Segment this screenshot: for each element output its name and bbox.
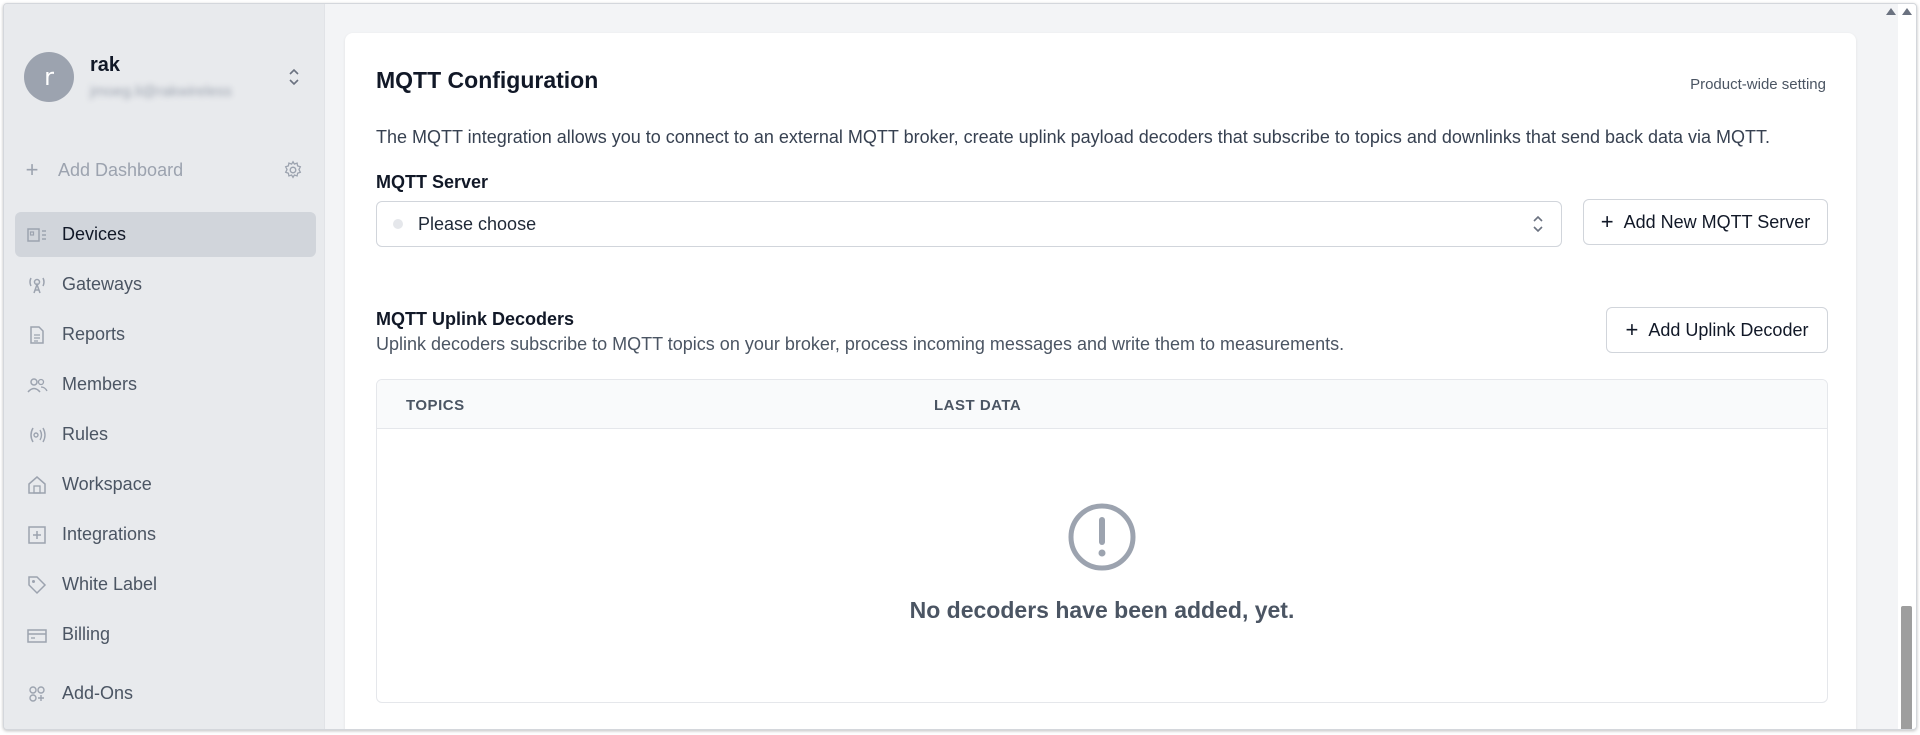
chevron-up-down-icon <box>1531 213 1545 235</box>
integrations-icon <box>26 524 48 546</box>
members-icon <box>26 374 48 396</box>
gear-icon[interactable] <box>282 159 304 181</box>
decoders-table: TOPICS LAST DATA No decoders have been a… <box>376 379 1828 703</box>
empty-state-message: No decoders have been added, yet. <box>909 597 1295 623</box>
add-dashboard-button[interactable]: + Add Dashboard <box>24 154 304 186</box>
mqtt-configuration-card: MQTT Configuration Product-wide setting … <box>345 33 1856 729</box>
decoders-title: MQTT Uplink Decoders <box>376 309 575 329</box>
sidebar-item-label: Integrations <box>62 524 157 544</box>
sidebar-item-gateways[interactable]: Gateways <box>15 262 316 307</box>
sidebar-item-workspace[interactable]: Workspace <box>15 462 316 507</box>
button-label: Add Uplink Decoder <box>1648 319 1809 340</box>
scrollbar-thumb[interactable] <box>1901 606 1912 729</box>
report-icon <box>26 324 48 346</box>
sidebar-item-integrations[interactable]: Integrations <box>15 512 316 557</box>
devices-icon <box>26 224 48 246</box>
page-scrollbar[interactable] <box>1886 4 1916 729</box>
exclamation-circle-icon <box>1067 502 1137 572</box>
table-header: TOPICS LAST DATA <box>377 380 1827 429</box>
sidebar-item-label: Members <box>62 374 138 394</box>
mqtt-server-select[interactable]: Please choose <box>376 201 1562 247</box>
scope-note: Product-wide setting <box>1690 76 1826 93</box>
decoders-description: Uplink decoders subscribe to MQTT topics… <box>376 334 1345 354</box>
avatar: r <box>24 52 74 102</box>
sidebar-item-reports[interactable]: Reports <box>15 312 316 357</box>
billing-icon <box>26 624 48 646</box>
sidebar-item-label: Rules <box>62 424 109 444</box>
sidebar-item-label: White Label <box>62 574 158 594</box>
sidebar-item-billing[interactable]: Billing <box>15 612 316 657</box>
mqtt-server-label: MQTT Server <box>376 172 489 192</box>
add-dashboard-label: Add Dashboard <box>58 159 184 180</box>
column-header-topics[interactable]: TOPICS <box>406 397 465 414</box>
button-label: Add New MQTT Server <box>1623 211 1811 232</box>
user-name: rak <box>90 54 121 76</box>
workspace-icon <box>26 474 48 496</box>
sidebar-nav: Devices Gateways Reports Members Rules W… <box>15 212 316 721</box>
addons-icon <box>26 683 48 705</box>
column-header-last-data[interactable]: LAST DATA <box>934 397 1021 414</box>
sidebar-item-label: Workspace <box>62 474 152 494</box>
scroll-up-arrow-icon[interactable] <box>1886 8 1896 15</box>
sidebar-item-add-ons[interactable]: Add-Ons <box>15 671 316 716</box>
status-dot <box>393 219 403 229</box>
sidebar-item-label: Reports <box>62 324 126 344</box>
user-info: rak jmoeg.li@rakwireless <box>90 54 284 100</box>
intro-text: The MQTT integration allows you to conne… <box>376 127 1771 147</box>
add-mqtt-server-button[interactable]: + Add New MQTT Server <box>1583 199 1828 245</box>
rules-icon <box>26 424 48 446</box>
gateway-icon <box>26 274 48 296</box>
page-title: MQTT Configuration <box>376 67 599 93</box>
sidebar-item-label: Add-Ons <box>62 683 134 703</box>
plus-icon: + <box>25 157 39 182</box>
tag-icon <box>26 574 48 596</box>
user-switcher[interactable]: r rak jmoeg.li@rakwireless <box>24 49 304 105</box>
select-value: Please choose <box>418 213 537 234</box>
chevron-up-down-icon[interactable] <box>284 66 304 88</box>
add-uplink-decoder-button[interactable]: + Add Uplink Decoder <box>1606 307 1828 353</box>
plus-icon: + <box>1625 317 1639 342</box>
plus-icon: + <box>1600 209 1614 234</box>
user-email: jmoeg.li@rakwireless <box>90 83 232 100</box>
sidebar: r rak jmoeg.li@rakwireless + Add Dashboa… <box>4 4 325 729</box>
sidebar-item-label: Devices <box>62 224 127 244</box>
sidebar-item-white-label[interactable]: White Label <box>15 562 316 607</box>
app-window: r rak jmoeg.li@rakwireless + Add Dashboa… <box>3 3 1917 730</box>
sidebar-item-rules[interactable]: Rules <box>15 412 316 457</box>
sidebar-item-devices[interactable]: Devices <box>15 212 316 257</box>
sidebar-item-members[interactable]: Members <box>15 362 316 407</box>
sidebar-item-label: Gateways <box>62 274 143 294</box>
scroll-up-arrow-icon[interactable] <box>1902 8 1912 15</box>
sidebar-item-label: Billing <box>62 624 111 644</box>
